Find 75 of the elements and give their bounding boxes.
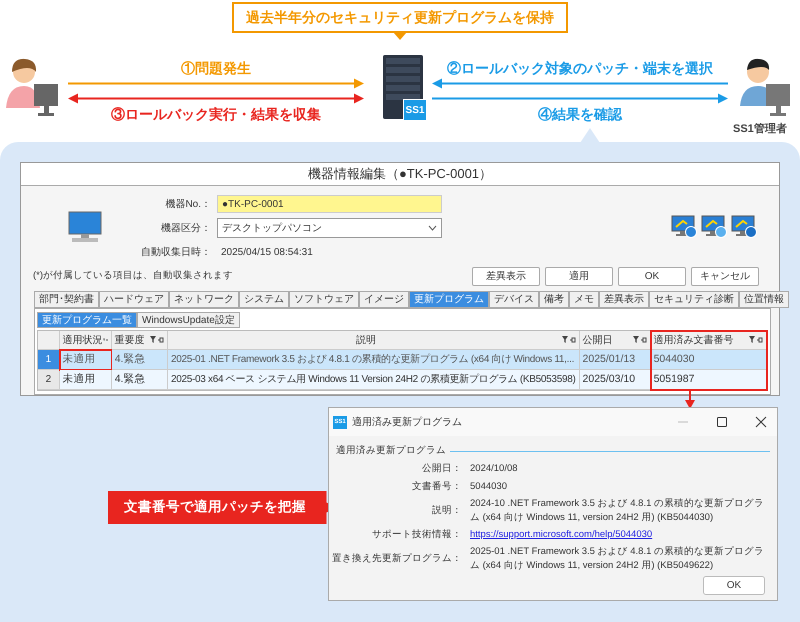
field-label: 置き換え先更新プログラム：: [331, 552, 462, 566]
input-field[interactable]: ●TK-PC-0001: [217, 195, 442, 213]
dialog-title: 適用済み更新プログラム: [352, 416, 463, 430]
field-label: 自動収集日時：: [140, 246, 211, 260]
tab[interactable]: デバイス: [489, 291, 539, 308]
tab[interactable]: ネットワーク: [169, 291, 239, 308]
callout: 過去半年分のセキュリティ更新プログラムを保持: [232, 2, 568, 33]
table-cell: 2025-01 .NET Framework 3.5 および 4.8.1 の累積的な更新プログラム (x64 向け Windows 11,...: [168, 350, 580, 370]
person-at-computer-drawing: [4, 56, 60, 118]
tab[interactable]: システム: [239, 291, 289, 308]
field-label: 機器No.：: [164, 198, 211, 212]
field-label: サポート技術情報：: [371, 528, 462, 542]
tab[interactable]: セキュリティ診断: [649, 291, 739, 308]
tab[interactable]: ソフトウェア: [289, 291, 359, 308]
action-button[interactable]: キャンセル: [691, 266, 759, 286]
tab[interactable]: イメージ: [359, 291, 409, 308]
close-icon[interactable]: [755, 416, 767, 428]
section-title: 適用済み更新プログラム: [336, 444, 446, 458]
field-label: 公開日：: [421, 462, 462, 476]
maximize-icon[interactable]: [716, 416, 728, 428]
table-cell: 未適用: [60, 370, 112, 390]
tab[interactable]: 部門･契約書: [34, 291, 99, 308]
field-value: 2025/04/15 08:54:31: [220, 246, 314, 260]
column-header[interactable]: 適用済み文書番号: [650, 331, 767, 350]
row-number: 1: [38, 350, 60, 370]
filter-pin-icon[interactable]: [749, 336, 763, 344]
table-cell: 5044030: [650, 350, 767, 370]
flow-label: ②ロールバック対象のパッチ・端末を選択: [447, 59, 713, 78]
table-cell: 2025/01/13: [580, 350, 651, 370]
column-header[interactable]: 重要度: [112, 331, 168, 350]
row-number: 2: [38, 370, 60, 390]
flow-label: ①問題発生: [181, 59, 251, 78]
field-value: 2024-10 .NET Framework 3.5 および 4.8.1 の累積的な更新プログラム (x64 向け Windows 11, version 24H2 用) (KB5044030): [470, 496, 766, 525]
tab[interactable]: WindowsUpdate設定: [137, 312, 240, 328]
ok-button[interactable]: OK: [703, 576, 765, 595]
monitor-chart-icon[interactable]: [701, 213, 727, 239]
table-cell: 2025-03 x64 ベース システム用 Windows 11 Version 24H2 の累積更新プログラム (KB5053598): [168, 370, 580, 390]
table-cell: 未適用: [60, 350, 112, 370]
filter-pin-icon[interactable]: [150, 336, 164, 344]
tab[interactable]: ハードウェア: [99, 291, 169, 308]
flow-label: ③ロールバック実行・結果を収集: [111, 105, 321, 124]
table-cell: 4.緊急: [112, 370, 168, 390]
tab[interactable]: メモ: [569, 291, 599, 308]
admin-label: SS1管理者: [733, 122, 787, 137]
tab[interactable]: 位置情報: [739, 291, 789, 308]
field-value: 2025-01 .NET Framework 3.5 および 4.8.1 の累積的な更新プログラム (x64 向け Windows 11, version 24H2 用) (KB5049622): [470, 545, 766, 573]
field-value: 2024/10/08: [470, 462, 519, 476]
action-button[interactable]: 差異表示: [472, 266, 540, 286]
tab[interactable]: 差異表示: [599, 291, 649, 308]
field-label: 説明：: [431, 504, 462, 518]
column-header[interactable]: 説明: [168, 331, 580, 350]
logo-text: SS1: [406, 104, 424, 118]
callout-pointer: [393, 32, 407, 41]
column-header[interactable]: 適用状況: [60, 331, 112, 350]
support-link[interactable]: https://support.microsoft.com/help/5044030: [470, 528, 767, 542]
filter-pin-icon[interactable]: [102, 336, 108, 344]
header-corner: [38, 331, 60, 350]
filter-pin-icon[interactable]: [632, 336, 647, 344]
flow-label: ④結果を確認: [538, 105, 622, 124]
tab[interactable]: 備考: [539, 291, 569, 308]
table-cell: 2025/03/10: [580, 370, 651, 390]
filter-pin-icon[interactable]: [562, 336, 576, 344]
field-label: 文書番号：: [411, 480, 462, 494]
field-value: 5044030: [470, 480, 508, 494]
table-cell: 4.緊急: [112, 350, 168, 370]
note-text: (*)が付属している項目は、自動収集されます: [33, 268, 234, 283]
field-label: 機器区分：: [160, 222, 211, 236]
dropdown[interactable]: デスクトップパソコン: [217, 218, 442, 238]
chevron-down-icon: [428, 225, 437, 231]
window-title: 機器情報編集（●TK-PC-0001）: [308, 165, 492, 184]
computer-icon: [68, 210, 102, 244]
table-cell: 5051987: [650, 370, 767, 390]
action-button[interactable]: OK: [618, 266, 686, 286]
action-button[interactable]: 適用: [545, 266, 613, 286]
column-header[interactable]: 公開日: [580, 331, 651, 350]
